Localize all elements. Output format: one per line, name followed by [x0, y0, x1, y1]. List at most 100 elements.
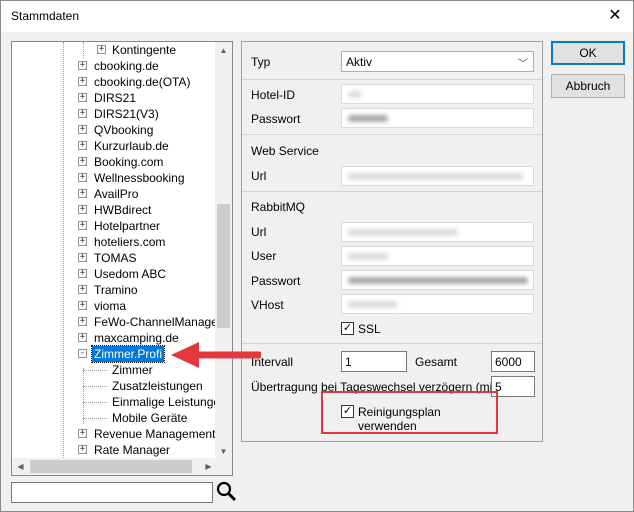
tree-item-label: DIRS21(V3)	[94, 107, 159, 121]
tree-item-label: Booking.com	[94, 155, 164, 169]
search-icon[interactable]	[215, 480, 237, 502]
scroll-thumb[interactable]	[217, 204, 230, 328]
tree-item-label: AvailPro	[94, 187, 139, 201]
hotelid-field[interactable]	[341, 84, 534, 104]
close-icon[interactable]: ✕	[603, 5, 627, 27]
webservice-url-field[interactable]	[341, 166, 534, 186]
tree-item-label: vioma	[94, 299, 127, 313]
rabbit-user-field[interactable]	[341, 246, 534, 266]
tree-item[interactable]: + vioma	[12, 298, 217, 314]
expand-icon[interactable]: +	[78, 125, 87, 134]
tree-search-input[interactable]	[11, 482, 213, 503]
expand-icon[interactable]: +	[78, 93, 87, 102]
tree-item-label: Zusatzleistungen	[112, 379, 203, 393]
tree-item[interactable]: + cbooking.de(OTA)	[12, 74, 217, 90]
ok-button[interactable]: OK	[551, 41, 625, 65]
tree-item[interactable]: + hoteliers.com	[12, 234, 217, 250]
expand-icon[interactable]: +	[78, 301, 87, 310]
expand-icon[interactable]: +	[78, 317, 87, 326]
tree-item[interactable]: + Booking.com	[12, 154, 217, 170]
collapse-icon[interactable]: -	[78, 349, 87, 358]
section-divider	[242, 79, 542, 80]
tree-item-label: Tramino	[94, 283, 138, 297]
passwort-field[interactable]	[341, 108, 534, 128]
vhost-label: VHost	[251, 298, 284, 312]
expand-icon[interactable]: +	[78, 157, 87, 166]
section-divider	[242, 343, 542, 344]
vhost-field[interactable]	[341, 294, 534, 314]
expand-icon[interactable]: +	[78, 333, 87, 342]
tree-item[interactable]: + AvailPro	[12, 186, 217, 202]
tree-item[interactable]: Zusatzleistungen	[12, 378, 217, 394]
tree-item-label: Mobile Geräte	[112, 411, 188, 425]
tree-item-label: TOMAS	[94, 251, 137, 265]
section-divider	[242, 134, 542, 135]
expand-icon[interactable]: +	[78, 269, 87, 278]
gesamt-label: Gesamt	[415, 355, 458, 369]
tree-item[interactable]: + TOMAS	[12, 250, 217, 266]
tree-item[interactable]: + Kontingente	[12, 42, 217, 58]
expand-icon[interactable]: +	[78, 77, 87, 86]
window-title: Stammdaten	[11, 9, 80, 23]
tree-item-label: HWBdirect	[94, 203, 152, 217]
tree-item[interactable]: + FeWo-ChannelManager	[12, 314, 222, 330]
ssl-label: SSL	[358, 322, 381, 336]
expand-icon[interactable]: +	[78, 189, 87, 198]
rabbit-passwort-label: Passwort	[251, 274, 301, 288]
tree-view[interactable]: + Kontingente + cbooking.de + cbooking.de(OTA…	[11, 41, 233, 476]
expand-icon[interactable]: +	[78, 61, 87, 70]
stammdaten-window: Stammdaten ✕ + Kontingente + cbooking.de + cb…	[0, 0, 634, 512]
ssl-check-icon: ✓	[341, 322, 354, 335]
url-label: Url	[251, 169, 267, 183]
rabbit-url-label: Url	[251, 225, 267, 239]
expand-icon[interactable]: +	[78, 285, 87, 294]
gesamt-input[interactable]	[491, 351, 535, 372]
intervall-input[interactable]	[341, 351, 407, 372]
annotation-arrow-icon	[171, 342, 261, 368]
tree-item[interactable]: + Revenue Management Sy	[12, 426, 232, 442]
tree-item[interactable]: + DIRS21(V3)	[12, 106, 217, 122]
tree-item[interactable]: + Kurzurlaub.de	[12, 138, 217, 154]
rabbit-url-field[interactable]	[341, 222, 534, 242]
tree-item[interactable]: + cbooking.de	[12, 58, 217, 74]
typ-label: Typ	[251, 55, 271, 69]
tree-item[interactable]: + Usedom ABC	[12, 266, 217, 282]
webservice-label: Web Service	[251, 144, 319, 158]
expand-icon[interactable]: +	[97, 45, 106, 54]
tree-item[interactable]: Einmalige Leistungen	[12, 394, 227, 410]
expand-icon[interactable]: +	[78, 205, 87, 214]
tree-item[interactable]: + Rate Manager	[12, 442, 217, 458]
abbruch-button[interactable]: Abbruch	[551, 74, 625, 98]
tree-item[interactable]: + Wellnessbooking	[12, 170, 217, 186]
expand-icon[interactable]: +	[78, 109, 87, 118]
scroll-thumb[interactable]	[30, 460, 192, 473]
rabbit-passwort-field[interactable]	[341, 270, 534, 290]
expand-icon[interactable]: +	[78, 173, 87, 182]
tree-item-label: cbooking.de	[94, 59, 159, 73]
expand-icon[interactable]: +	[78, 253, 87, 262]
expand-icon[interactable]: +	[78, 429, 87, 438]
tree-item[interactable]: + Tramino	[12, 282, 217, 298]
ssl-checkbox[interactable]: ✓ SSL	[341, 321, 401, 337]
expand-icon[interactable]: +	[78, 445, 87, 454]
tree-item[interactable]: + DIRS21	[12, 90, 217, 106]
tree-item[interactable]: Mobile Geräte	[12, 410, 217, 426]
expand-icon[interactable]: +	[78, 237, 87, 246]
scroll-up-icon[interactable]: ▲	[215, 42, 232, 59]
tree-branch-line	[83, 370, 107, 371]
tree-item-label: hoteliers.com	[94, 235, 166, 249]
settings-panel: Typ Aktiv ﹀ Hotel-ID Passwort Web Servic…	[241, 41, 543, 442]
tree-item[interactable]: + Hotelpartner	[12, 218, 217, 234]
typ-select[interactable]: Aktiv ﹀	[341, 51, 534, 72]
expand-icon[interactable]: +	[78, 141, 87, 150]
rabbitmq-label: RabbitMQ	[251, 200, 306, 214]
expand-icon[interactable]: +	[78, 221, 87, 230]
tree-vertical-scrollbar[interactable]: ▲ ▼	[215, 42, 232, 460]
tree-item[interactable]: + HWBdirect	[12, 202, 217, 218]
tree-item-label: Einmalige Leistungen	[112, 395, 227, 409]
tree-item[interactable]: + QVbooking	[12, 122, 217, 138]
scroll-left-icon[interactable]: ◀	[12, 458, 29, 475]
tree-item-label: cbooking.de(OTA)	[94, 75, 191, 89]
tree-horizontal-scrollbar[interactable]: ◀ ▶	[12, 458, 217, 475]
passwort-label: Passwort	[251, 112, 301, 126]
